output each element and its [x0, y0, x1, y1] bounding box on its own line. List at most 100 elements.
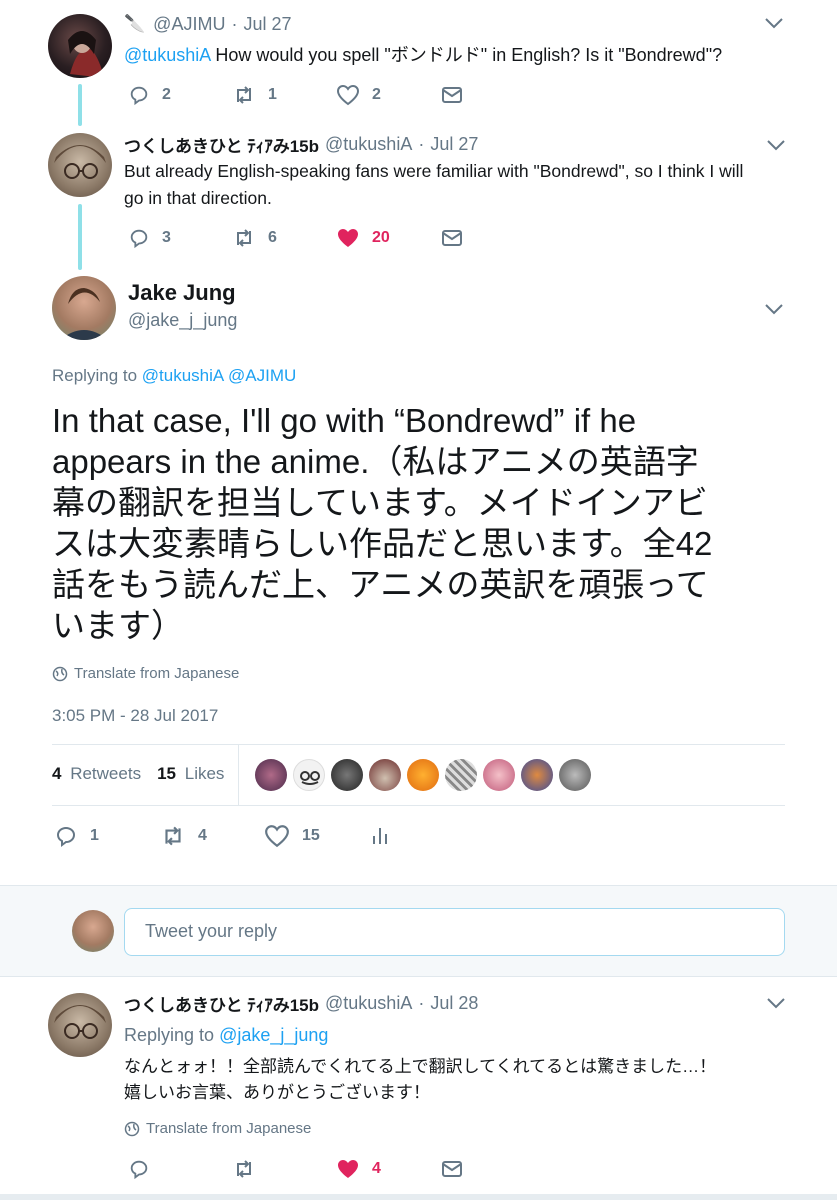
chevron-down-icon[interactable]	[764, 302, 784, 316]
reply-icon	[130, 86, 148, 106]
reply-translate-link[interactable]: Translate from Japanese	[124, 1120, 311, 1137]
liker-avatar[interactable]	[445, 759, 477, 791]
dm-button[interactable]	[441, 1159, 463, 1179]
like-count: 20	[372, 229, 390, 246]
like-count: 4	[372, 1160, 381, 1177]
retweet-icon	[165, 826, 181, 846]
like-button[interactable]: 2	[336, 84, 381, 106]
reply-display-name[interactable]: つくしあきひと ﾃｨｱみ15b	[124, 991, 319, 1016]
thread-line	[78, 84, 82, 126]
main-translate-link[interactable]: Translate from Japanese	[52, 665, 239, 682]
like-button[interactable]: 4	[336, 1158, 381, 1180]
chevron-down-icon[interactable]	[766, 138, 786, 152]
retweet-icon	[237, 1160, 251, 1178]
envelope-icon	[442, 230, 462, 246]
main-timestamp[interactable]: 3:05 PM - 28 Jul 2017	[52, 706, 218, 726]
tweet2-display-name[interactable]: つくしあきひと ﾃｨｱみ15b	[124, 132, 319, 157]
like-button[interactable]: 15	[264, 824, 320, 848]
tweet1-date[interactable]: Jul 27	[243, 14, 291, 35]
retweets-stat-label: Retweets	[70, 764, 142, 783]
reply-count: 1	[90, 827, 99, 844]
retweet-count: 6	[268, 229, 277, 246]
tweet1-body: How would you spell "ボンドルド" in English? …	[210, 45, 723, 65]
main-stats: 4 Retweets 15 Likes	[52, 764, 224, 784]
tweet2-handle[interactable]: @tukushiA	[325, 134, 412, 155]
reply-handle[interactable]: @tukushiA	[325, 993, 412, 1014]
main-display-name[interactable]: Jake Jung	[128, 280, 236, 306]
replying-prefix: Replying to	[52, 366, 142, 385]
liker-avatar[interactable]	[369, 759, 401, 791]
reply-icon	[130, 1160, 148, 1180]
reply-icon	[130, 229, 148, 249]
liker-avatar[interactable]	[293, 759, 325, 791]
retweet-count: 1	[268, 86, 277, 103]
retweets-stat-count: 4	[52, 764, 62, 783]
retweet-button[interactable]: 4	[160, 824, 207, 848]
separator-dot: ·	[231, 13, 238, 34]
chevron-down-icon[interactable]	[766, 996, 786, 1010]
analytics-button[interactable]	[370, 824, 390, 848]
likes-stat-label: Likes	[184, 764, 225, 783]
separator-dot: ·	[418, 133, 425, 154]
separator-dot: ·	[418, 992, 425, 1013]
main-text-line: In that case, I'll go with “Bondrewd” if…	[52, 402, 637, 439]
retweets-stat[interactable]: 4 Retweets	[52, 764, 141, 784]
reply-button[interactable]: 2	[128, 84, 171, 106]
dm-button[interactable]	[441, 85, 463, 105]
likes-stat[interactable]: 15 Likes	[157, 764, 224, 784]
retweet-button[interactable]	[232, 1158, 256, 1180]
divider	[52, 744, 785, 745]
divider	[52, 805, 785, 806]
envelope-icon	[442, 1161, 462, 1177]
tweet1-header: 🔪 @AJIMU · Jul 27	[124, 12, 292, 36]
reply-input[interactable]: Tweet your reply	[124, 908, 785, 956]
tweet1-mention[interactable]: @tukushiA	[124, 45, 210, 65]
like-count: 15	[302, 827, 320, 844]
retweet-icon	[237, 229, 251, 247]
like-count: 2	[372, 86, 381, 103]
tweet2-header: つくしあきひと ﾃｨｱみ15b @tukushiA · Jul 27	[124, 132, 478, 156]
likes-stat-count: 15	[157, 764, 176, 783]
heart-filled-icon	[338, 229, 358, 247]
dm-button[interactable]	[441, 228, 463, 248]
retweet-button[interactable]: 1	[232, 84, 277, 106]
analytics-icon	[373, 828, 387, 844]
translate-label: Translate from Japanese	[74, 665, 240, 682]
heart-filled-icon	[338, 1160, 358, 1178]
avatar-tukushia[interactable]	[48, 133, 112, 197]
avatar-jake[interactable]	[52, 276, 116, 340]
tweet2-text-line: go in that direction.	[124, 188, 272, 208]
reply-button[interactable]	[128, 1158, 150, 1180]
replying-mentions[interactable]: @jake_j_jung	[219, 1025, 328, 1045]
reply-count: 3	[162, 229, 171, 246]
liker-avatar[interactable]	[559, 759, 591, 791]
heart-icon	[336, 84, 360, 106]
main-handle[interactable]: @jake_j_jung	[128, 310, 237, 331]
like-button[interactable]: 20	[336, 227, 390, 249]
main-tweet-text: In that case, I'll go with “Bondrewd” if…	[52, 400, 712, 646]
tweet2-date[interactable]: Jul 27	[430, 134, 478, 155]
reply-date[interactable]: Jul 28	[430, 993, 478, 1014]
retweet-button[interactable]: 6	[232, 227, 277, 249]
composer-avatar	[72, 910, 114, 952]
main-replying-to: Replying to @tukushiA @AJIMU	[52, 366, 296, 386]
replying-mentions[interactable]: @tukushiA @AJIMU	[142, 366, 297, 385]
liker-avatar[interactable]	[521, 759, 553, 791]
liker-avatar[interactable]	[407, 759, 439, 791]
liker-avatar[interactable]	[483, 759, 515, 791]
reply-text-line: なんとォォ！！全部読んでくれてる上で翻訳してくれてるとは驚きました…！	[124, 1057, 717, 1076]
chevron-down-icon[interactable]	[764, 16, 784, 30]
main-text-line: appears in the anime.（私はアニメの英語字	[52, 443, 699, 480]
bottom-divider	[0, 1194, 837, 1200]
reply-button[interactable]: 3	[128, 227, 171, 249]
avatar-tukushia[interactable]	[48, 993, 112, 1057]
tweet1-handle[interactable]: @AJIMU	[153, 14, 225, 35]
reply-header: つくしあきひと ﾃｨｱみ15b @tukushiA · Jul 28	[124, 991, 478, 1015]
liker-avatar[interactable]	[255, 759, 287, 791]
avatar-ajimu[interactable]	[48, 14, 112, 78]
reply-button[interactable]: 1	[54, 824, 99, 848]
retweet-icon	[237, 86, 251, 104]
tweet1-display-name[interactable]: 🔪	[124, 14, 145, 34]
tweet2-text: But already English-speaking fans were f…	[124, 158, 743, 212]
liker-avatar[interactable]	[331, 759, 363, 791]
